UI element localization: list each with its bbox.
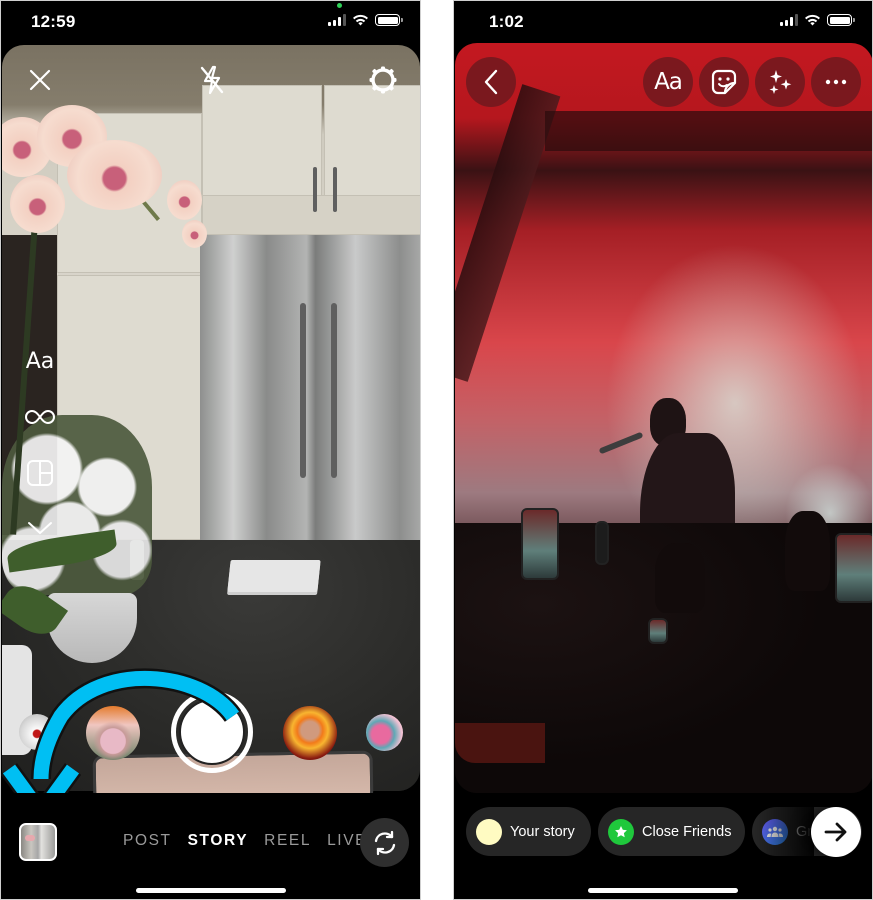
cabinet-handle [333, 167, 337, 212]
flip-camera-button[interactable] [360, 818, 409, 867]
effect-doll[interactable] [86, 706, 140, 760]
story-canvas[interactable] [455, 43, 872, 793]
text-icon: Aa [654, 69, 683, 95]
orchid-bud [182, 220, 207, 248]
boomerang-tool[interactable] [23, 409, 57, 425]
share-row-fade [754, 807, 814, 857]
star-icon [608, 818, 634, 845]
home-indicator[interactable] [135, 888, 286, 893]
your-story-avatar [476, 818, 502, 845]
crowd-phone [521, 508, 559, 580]
effects-button[interactable] [755, 57, 805, 107]
raised-hand [655, 543, 705, 613]
cellular-signal-icon [780, 14, 798, 26]
camera-settings-button[interactable] [368, 65, 398, 95]
share-your-story-label: Your story [510, 823, 575, 840]
text-tool-button[interactable]: Aa [643, 57, 693, 107]
flash-off-icon [200, 65, 224, 95]
status-icons [328, 14, 403, 26]
back-button[interactable] [466, 57, 516, 107]
fridge-handle [300, 303, 306, 478]
mic-indicator-dot [337, 3, 342, 8]
orchid-flower [167, 180, 202, 220]
effect-fire[interactable] [283, 706, 337, 760]
wifi-icon [353, 14, 368, 26]
more-options-button[interactable] [811, 57, 861, 107]
more-tools-button[interactable] [23, 521, 57, 535]
more-horizontal-icon [825, 79, 847, 85]
sparkles-icon [769, 70, 792, 94]
layout-grid-icon [27, 460, 53, 486]
flip-camera-icon [374, 830, 395, 855]
status-bar: 1:02 [454, 1, 872, 43]
capture-button-inner [179, 699, 245, 765]
cellular-signal-icon [328, 14, 346, 26]
crowd-phone [835, 533, 872, 603]
sticker-button[interactable] [699, 57, 749, 107]
cabinet [324, 85, 420, 197]
capture-button[interactable] [171, 691, 253, 773]
share-your-story-button[interactable]: Your story [466, 807, 591, 856]
create-text-tool[interactable]: Aa [23, 349, 57, 374]
arrow-right-icon [824, 822, 847, 842]
settings-gear-icon [369, 66, 397, 94]
share-close-friends-label: Close Friends [642, 823, 732, 840]
stage-lights-rig [545, 111, 872, 151]
status-time: 12:59 [31, 12, 76, 31]
layout-tool[interactable] [23, 459, 57, 487]
cabinet [202, 85, 322, 197]
camera-viewfinder[interactable] [2, 45, 420, 791]
story-editor-screen: 1:02 Aa Your story Close Friends [453, 0, 873, 900]
infinity-icon [25, 409, 55, 425]
mode-tab-post[interactable]: POST [123, 832, 172, 850]
fridge-handle [331, 303, 337, 478]
text-icon: Aa [25, 349, 55, 374]
cabinet-handle [313, 167, 317, 212]
status-bar: 12:59 [1, 1, 420, 43]
next-button[interactable] [811, 807, 861, 857]
napkins [227, 560, 321, 592]
raised-hand [785, 511, 830, 591]
gallery-thumbnail[interactable] [19, 823, 57, 861]
effect-flamingo[interactable] [366, 714, 403, 751]
close-icon [29, 69, 51, 91]
foreground-glow [455, 723, 545, 763]
close-button[interactable] [25, 65, 55, 95]
cabinet-trim [202, 195, 420, 235]
chevron-down-icon [28, 522, 52, 535]
status-icons [780, 14, 855, 26]
crowd-phone [595, 521, 609, 565]
battery-icon [375, 14, 403, 26]
orchid-flower [67, 140, 162, 210]
refrigerator [200, 235, 420, 555]
back-chevron-icon [484, 69, 498, 95]
status-time: 1:02 [489, 12, 524, 31]
sticker-icon [711, 69, 737, 95]
home-indicator[interactable] [588, 888, 738, 893]
mode-tab-story[interactable]: STORY [188, 832, 249, 850]
flash-toggle-button[interactable] [197, 65, 227, 95]
share-close-friends-button[interactable]: Close Friends [598, 807, 745, 856]
battery-icon [827, 14, 855, 26]
camera-screen: 12:59 Aa POST STORY REEL LIVE [0, 0, 421, 900]
mode-tab-reel[interactable]: REEL [264, 832, 311, 850]
orchid-flower [10, 175, 65, 233]
crowd-phone [648, 618, 668, 644]
camera-mode-tabs: POST STORY REEL LIVE [123, 832, 367, 850]
wifi-icon [805, 14, 820, 26]
effect-eye[interactable] [19, 714, 55, 750]
